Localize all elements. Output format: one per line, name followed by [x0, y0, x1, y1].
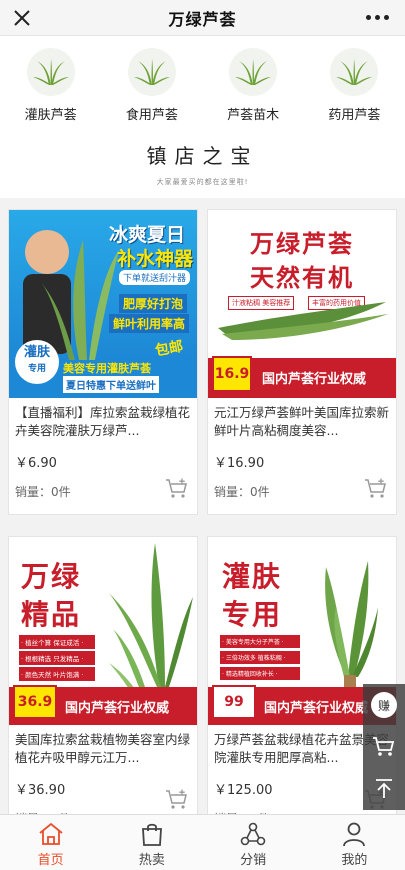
banner-text: 下单就送刮汁器 [119, 270, 191, 285]
product-image[interactable]: 万绿 精品 · 植丝个算 保证成活 · · 根根精选 只发精品 · · 颜色天然… [9, 537, 197, 725]
category-label: 芦荟苗木 [227, 108, 280, 123]
nav-label: 我的 [341, 853, 368, 868]
price-tag: 99 [212, 685, 256, 719]
aloe-plant-icon [127, 48, 176, 96]
more-menu-icon[interactable] [366, 15, 389, 20]
category-row: 灌肤芦荟 食用芦荟 芦荟苗木 药用芦荟 [0, 36, 405, 124]
section-title: 镇店之宝 [146, 144, 259, 168]
banner-text: 灌肤 [23, 345, 50, 360]
product-name[interactable]: 【直播福利】库拉索盆栽绿植花卉美容院灌肤万绿芦... [9, 404, 197, 440]
banner-text: 16.9 [214, 366, 250, 382]
bottom-nav: 首页 热卖 分销 我的 [0, 814, 405, 870]
close-icon[interactable] [10, 6, 34, 30]
category-item-seedling[interactable]: 芦荟苗木 [203, 36, 304, 124]
nav-profile[interactable]: 我的 [304, 815, 405, 870]
earn-label: 赚 [371, 692, 397, 718]
user-icon [343, 822, 366, 847]
top-bar: 万绿芦荟 [0, 0, 405, 36]
featured-section-header: 镇店之宝 大家最爱买的都在这里啦! [0, 124, 405, 198]
product-name[interactable]: 美国库拉索盆栽植物美容室内绿植花卉吸甲醇元江万... [9, 731, 197, 767]
nav-home[interactable]: 首页 [0, 815, 101, 870]
banner-text: 夏日特惠下单送鲜叶 [63, 376, 159, 393]
category-item-edible[interactable]: 食用芦荟 [101, 36, 202, 124]
nav-hot[interactable]: 热卖 [101, 815, 202, 870]
price-tag: 36.9 [13, 685, 57, 719]
product-image[interactable]: 万绿芦荟 天然有机 汁液粘稠 美容推荐 丰富的药用价值 16.9 国内芦荟行业权… [208, 210, 396, 398]
banner-text: 国内芦荟行业权威 [264, 701, 369, 716]
product-price: ￥16.90 [214, 456, 265, 471]
banner-text: 99 [224, 694, 244, 710]
add-to-cart-icon[interactable] [165, 478, 189, 500]
category-item-skin[interactable]: 灌肤芦荟 [0, 36, 101, 124]
product-image[interactable]: 冰爽夏日 补水神器 下单就送刮汁器 肥厚好打泡 鲜叶利用率高 包邮 灌肤 专用 … [9, 210, 197, 398]
add-to-cart-icon[interactable] [364, 478, 388, 500]
skin-badge: 灌肤 专用 [15, 340, 59, 384]
banner-text: 鲜叶利用率高 [109, 314, 190, 333]
banner-text: 补水神器 [117, 248, 194, 270]
product-name[interactable]: 元江万绿芦荟鲜叶美国库拉索新鲜叶片高粘稠度美容... [208, 404, 396, 440]
share-network-icon [240, 822, 266, 846]
aloe-plant-icon [229, 48, 278, 96]
shopping-bag-icon [141, 823, 162, 846]
arrow-up-icon [376, 779, 392, 798]
price-tag: 16.9 [212, 356, 252, 392]
banner-text: 冰爽夏日 [109, 224, 186, 246]
category-item-medicinal[interactable]: 药用芦荟 [304, 36, 405, 124]
aloe-plant-icon [330, 48, 379, 96]
banner-text: 美容专用灌肤芦荟 [63, 362, 151, 375]
product-price: ￥6.90 [15, 456, 57, 471]
cart-float-button[interactable] [363, 726, 405, 768]
home-icon [39, 822, 63, 845]
product-card[interactable]: 万绿芦荟 天然有机 汁液粘稠 美容推荐 丰富的药用价值 16.9 国内芦荟行业权… [207, 209, 397, 515]
banner-text: 国内芦荟行业权威 [262, 372, 367, 387]
banner-text: 专用 [27, 364, 46, 374]
shopping-cart-icon [373, 737, 395, 756]
app-screen: 万绿芦荟 灌肤芦荟 食用芦荟 芦荟苗木 药用芦荟 镇店之宝 大家最爱买的都在这里… [0, 0, 405, 870]
category-label: 灌肤芦荟 [24, 108, 77, 123]
category-label: 药用芦荟 [328, 108, 381, 123]
page-title: 万绿芦荟 [168, 9, 237, 29]
nav-label: 首页 [37, 853, 64, 868]
aloe-plant-icon [26, 48, 75, 96]
product-card[interactable]: 冰爽夏日 补水神器 下单就送刮汁器 肥厚好打泡 鲜叶利用率高 包邮 灌肤 专用 … [8, 209, 198, 515]
category-label: 食用芦荟 [125, 108, 178, 123]
banner-text: 36.9 [17, 694, 53, 710]
nav-distribution[interactable]: 分销 [203, 815, 304, 870]
back-to-top-button[interactable] [363, 768, 405, 810]
section-subtitle: 大家最爱买的都在这里啦! [156, 178, 249, 186]
banner-text: 肥厚好打泡 [119, 294, 188, 313]
nav-label: 分销 [240, 853, 267, 868]
add-to-cart-icon[interactable] [165, 789, 189, 811]
product-card[interactable]: 万绿 精品 · 植丝个算 保证成活 · · 根根精选 只发精品 · · 颜色天然… [8, 536, 198, 826]
earn-float-button[interactable]: 赚 [363, 684, 405, 726]
nav-label: 热卖 [138, 853, 165, 868]
banner-text: 国内芦荟行业权威 [65, 701, 170, 716]
